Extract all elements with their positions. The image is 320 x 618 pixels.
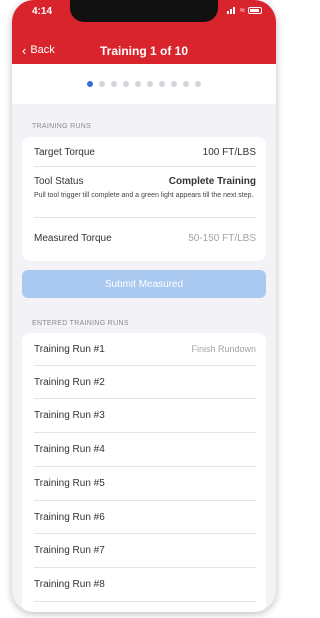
training-run-label: Training Run #2	[34, 376, 105, 388]
page-dot[interactable]	[147, 81, 153, 87]
target-torque-label: Target Torque	[34, 146, 95, 158]
divider	[34, 432, 256, 433]
phone-frame: 4:14 ≈ ‹ Back Training 1 of 10 TRAINING …	[12, 0, 276, 612]
training-run-label: Training Run #3	[34, 409, 105, 421]
entered-runs-card: Training Run #1 Finish Rundown Training …	[22, 333, 266, 612]
training-run-label: Training Run #1	[34, 343, 105, 355]
page-dot[interactable]	[195, 81, 201, 87]
page-dot[interactable]	[111, 81, 117, 87]
training-run-item[interactable]: Training Run #1 Finish Rundown	[34, 341, 256, 357]
training-run-item[interactable]: Training Run #8	[34, 576, 256, 592]
divider	[34, 217, 256, 218]
status-time: 4:14	[32, 6, 53, 17]
submit-measured-button[interactable]: Submit Measured	[22, 270, 266, 298]
divider	[34, 365, 256, 366]
training-run-item[interactable]: Training Run #5	[34, 475, 256, 491]
page-title: Training 1 of 10	[99, 44, 189, 58]
training-run-item[interactable]: Training Run #6	[34, 509, 256, 525]
signal-icon	[227, 6, 237, 14]
page-dot[interactable]	[171, 81, 177, 87]
battery-icon	[248, 6, 262, 14]
page-dot[interactable]	[183, 81, 189, 87]
training-run-label: Training Run #8	[34, 578, 105, 590]
page-dot[interactable]	[135, 81, 141, 87]
training-run-status: Finish Rundown	[191, 344, 256, 354]
measured-torque-row[interactable]: Measured Torque 50-150 FT/LBS	[34, 231, 256, 245]
training-run-item[interactable]: Training Run #2	[34, 374, 256, 390]
tool-status-label: Tool Status	[34, 175, 84, 187]
divider	[34, 166, 256, 167]
divider	[34, 601, 256, 602]
training-run-label: Training Run #5	[34, 477, 105, 489]
wifi-icon: ≈	[240, 5, 245, 15]
training-run-item[interactable]: Training Run #3	[34, 407, 256, 423]
tool-instructions: Pull tool trigger till complete and a gr…	[34, 192, 254, 199]
page-dot[interactable]	[123, 81, 129, 87]
divider	[34, 533, 256, 534]
divider	[34, 398, 256, 399]
page-dot[interactable]	[99, 81, 105, 87]
header: 4:14 ≈ ‹ Back Training 1 of 10	[12, 0, 276, 64]
page-dot[interactable]	[159, 81, 165, 87]
training-runs-section-label: TRAINING RUNS	[32, 123, 92, 130]
training-run-label: Training Run #6	[34, 511, 105, 523]
divider	[34, 466, 256, 467]
entered-runs-section-label: ENTERED TRAINING RUNS	[32, 320, 129, 327]
measured-torque-input[interactable]: 50-150 FT/LBS	[188, 233, 256, 244]
status-icons: ≈	[227, 5, 262, 15]
training-runs-card: Target Torque 100 FT/LBS Tool Status Com…	[22, 137, 266, 261]
divider	[34, 500, 256, 501]
target-torque-row: Target Torque 100 FT/LBS	[34, 145, 256, 159]
training-run-label: Training Run #7	[34, 544, 105, 556]
training-run-item[interactable]: Training Run #7	[34, 542, 256, 558]
measured-torque-label: Measured Torque	[34, 232, 112, 244]
tool-status-row: Tool Status Complete Training	[34, 174, 256, 188]
training-run-label: Training Run #4	[34, 443, 105, 455]
page-indicator	[12, 64, 276, 104]
training-run-item[interactable]: Training Run #4	[34, 441, 256, 457]
page-dot[interactable]	[87, 81, 93, 87]
tool-status-value: Complete Training	[168, 175, 256, 187]
divider	[34, 567, 256, 568]
target-torque-value: 100 FT/LBS	[202, 146, 256, 158]
device-notch	[70, 0, 218, 22]
